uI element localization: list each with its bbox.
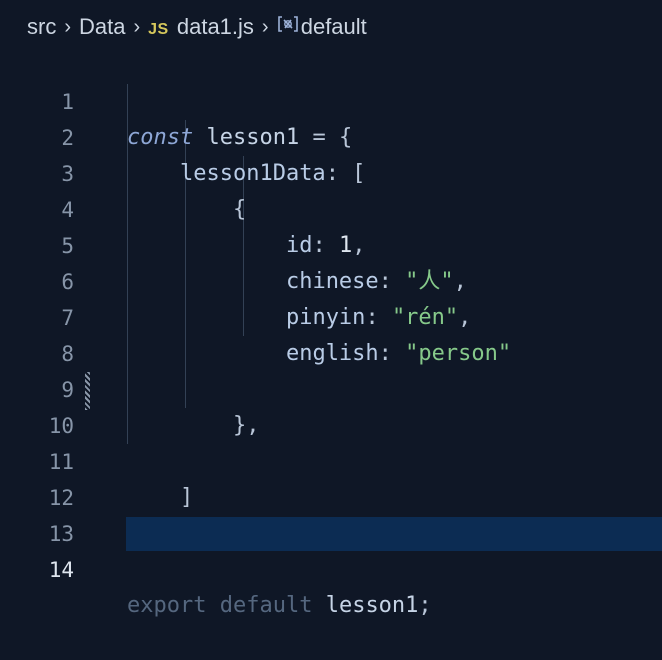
code-area[interactable]: 1 const lesson1 = { 2 lesson1Data: [ 3 {… [0, 48, 662, 618]
code-line-9: 9 }, [0, 336, 662, 438]
code-editor: src › Data › JS data1.js › default 1 con… [0, 0, 662, 624]
chevron-right-icon: › [261, 15, 269, 38]
code-line-1: 1 const lesson1 = { [0, 48, 662, 150]
breadcrumb-symbol-label: default [300, 14, 367, 39]
chevron-right-icon: › [133, 15, 141, 38]
code-line-6: 6 pinyin: "rén", [0, 228, 662, 330]
code-line-2: 2 lesson1Data: [ [0, 84, 662, 186]
symbol-variable-icon [277, 14, 299, 34]
breadcrumb-item-data[interactable]: Data [79, 14, 125, 40]
code-line-4: 4 id: 1, [0, 156, 662, 258]
identifier: lesson1 [325, 593, 419, 618]
breadcrumb-item-symbol[interactable]: default [277, 14, 367, 40]
code-line-3: 3 { [0, 120, 662, 222]
javascript-file-icon: JS [148, 21, 169, 38]
breadcrumb-item-src[interactable]: src [27, 14, 56, 40]
keyword: export [127, 593, 207, 618]
code-line-12: 12 } [0, 444, 662, 546]
punctuation: ; [418, 593, 432, 618]
line-number-active: 14 [48, 558, 74, 582]
code-line-11: 11 ] [0, 408, 662, 510]
chevron-right-icon: › [64, 15, 71, 38]
keyword: default [219, 593, 313, 618]
code-line-14: 14 export default lesson1; [0, 516, 662, 618]
breadcrumb-file-label: data1.js [176, 14, 254, 39]
code-line-5: 5 chinese: "人", [0, 192, 662, 294]
code-line-8: 8 [0, 300, 662, 366]
code-line-13: 13 [0, 480, 662, 546]
breadcrumb-item-file[interactable]: JS data1.js [148, 14, 254, 40]
code-line-7: 7 english: "person" [0, 264, 662, 366]
code-line-10: 10 [0, 372, 662, 438]
breadcrumb: src › Data › JS data1.js › default [27, 10, 367, 44]
